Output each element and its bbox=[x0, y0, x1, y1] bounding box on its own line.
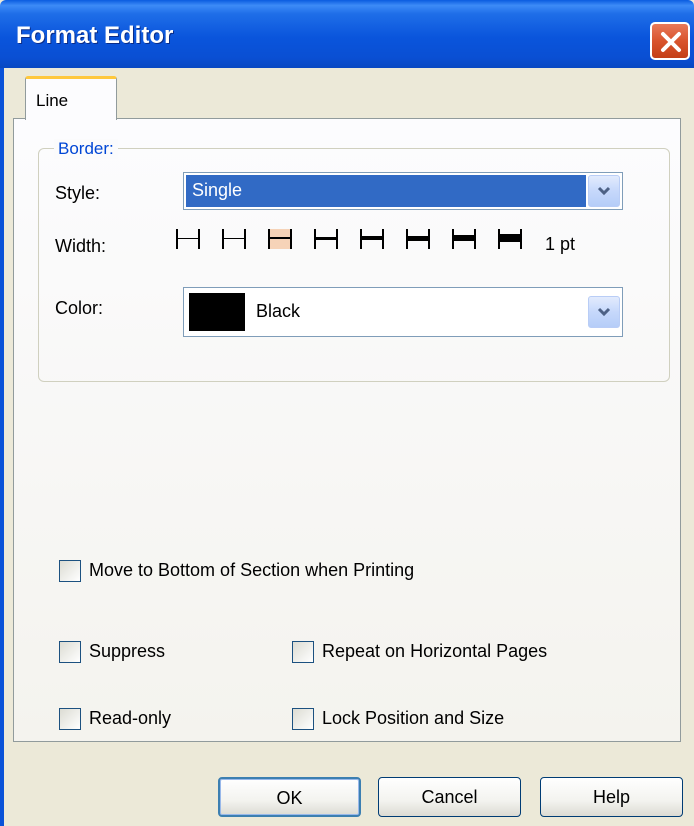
color-selected-value: Black bbox=[256, 301, 301, 321]
width-option-4[interactable] bbox=[314, 229, 338, 249]
border-group-legend: Border: bbox=[54, 139, 118, 159]
style-selected-value: Single bbox=[186, 175, 586, 207]
width-option-5[interactable] bbox=[360, 229, 384, 249]
color-label: Color: bbox=[55, 298, 104, 318]
style-dropdown-button[interactable] bbox=[588, 175, 620, 207]
close-button[interactable] bbox=[650, 22, 690, 60]
checkbox-label: Read-only bbox=[89, 708, 172, 728]
checkbox-box[interactable] bbox=[59, 708, 81, 730]
checkbox-box[interactable] bbox=[59, 560, 81, 582]
checkbox-label: Suppress bbox=[89, 641, 166, 661]
style-label: Style: bbox=[55, 183, 101, 203]
checkbox-box[interactable] bbox=[59, 641, 81, 663]
chevron-down-icon bbox=[597, 307, 611, 317]
color-dropdown-button[interactable] bbox=[588, 296, 620, 328]
checkbox-label: Repeat on Horizontal Pages bbox=[322, 641, 548, 661]
checkbox-box[interactable] bbox=[292, 641, 314, 663]
width-label: Width: bbox=[55, 236, 107, 256]
checkbox-label: Lock Position and Size bbox=[322, 708, 505, 728]
width-value: 1 pt bbox=[545, 234, 576, 254]
window-title: Format Editor bbox=[16, 22, 174, 49]
color-dropdown[interactable]: Black bbox=[183, 287, 623, 337]
help-button[interactable]: Help bbox=[540, 777, 683, 817]
format-editor-dialog: Format Editor Line Border: Style: Single… bbox=[0, 0, 694, 826]
cancel-button[interactable]: Cancel bbox=[378, 777, 521, 817]
width-option-6[interactable] bbox=[406, 229, 430, 249]
style-dropdown[interactable]: Single bbox=[183, 172, 623, 210]
title-bar[interactable]: Format Editor bbox=[0, 0, 694, 68]
color-swatch bbox=[189, 293, 245, 331]
width-option-8[interactable] bbox=[498, 229, 522, 249]
close-x-icon bbox=[661, 32, 681, 52]
width-option-7[interactable] bbox=[452, 229, 476, 249]
checkbox-label: Move to Bottom of Section when Printing bbox=[89, 560, 415, 580]
checkbox-box[interactable] bbox=[292, 708, 314, 730]
chevron-down-icon bbox=[597, 186, 611, 196]
tab-line-label: Line bbox=[36, 91, 69, 110]
width-option-3[interactable] bbox=[268, 229, 292, 249]
width-option-1[interactable] bbox=[176, 229, 200, 249]
width-option-2[interactable] bbox=[222, 229, 246, 249]
ok-button[interactable]: OK bbox=[218, 777, 361, 817]
tab-line[interactable]: Line bbox=[25, 76, 117, 120]
